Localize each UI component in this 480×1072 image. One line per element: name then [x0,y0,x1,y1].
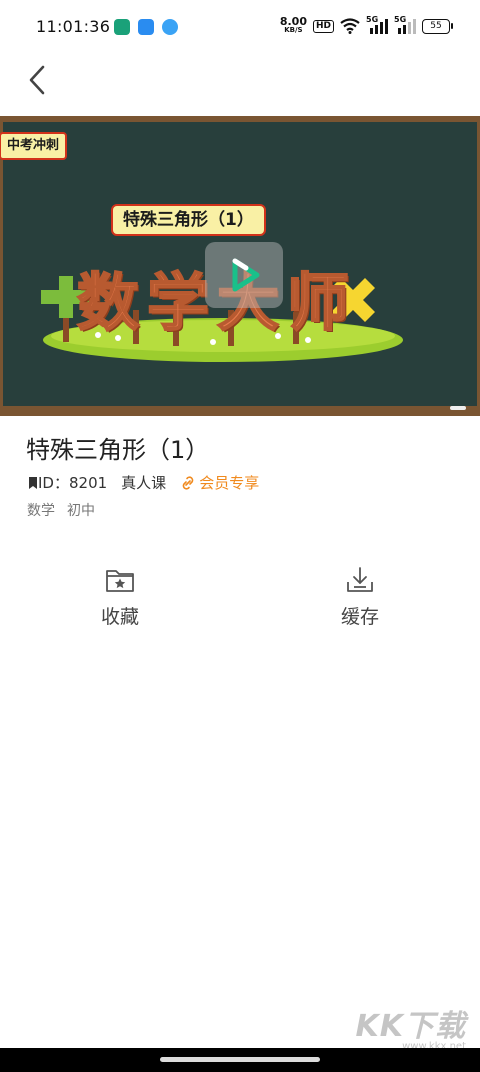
play-icon [232,258,260,292]
qq-icon [162,19,178,35]
vip-label: 会员专享 [199,474,260,492]
watermark-brand: KK下载 [355,1009,466,1044]
favorite-button[interactable]: 收藏 [70,566,170,629]
course-type: 真人课 [121,474,167,492]
video-thumbnail: 中考冲刺 特殊三角形（1） 数学大师 [0,122,477,406]
favorite-label: 收藏 [100,606,139,628]
tag-grade: 初中 [67,503,95,519]
folder-star-icon [106,570,134,592]
tag-subject: 数学 [27,503,55,519]
video-app-icon [138,19,154,35]
status-time: 11:01:36 [36,17,111,36]
vip-badge: 会员专享 [180,472,259,493]
course-meta: ID： 8201 真人课 会员专享 [28,472,259,493]
download-icon [347,567,373,592]
id-label: ID： [38,474,69,492]
series-tag: 中考冲刺 [0,132,68,160]
course-tags: 数学 初中 [27,500,95,520]
wifi-icon [340,18,360,34]
vip-link-icon [182,475,194,490]
home-gesture-handle[interactable] [160,1057,320,1062]
lesson-title-badge: 特殊三角形（1） [111,204,266,236]
bookmark-icon [29,476,37,489]
course-id: 8201 [68,473,108,492]
battery-icon: 55 [422,18,453,34]
bank-app-icon [114,19,130,35]
download-label: 缓存 [340,606,379,628]
navigation-bar [0,1048,480,1072]
hd-icon: HD [312,19,334,33]
download-button[interactable]: 缓存 [310,566,410,629]
system-status: 8.00 KB/S HD 5G 5G 55 [279,15,453,34]
back-button[interactable] [22,62,54,98]
play-button[interactable] [205,242,283,308]
watermark: KK下载 www.kkx.net [356,1012,467,1052]
signal-icon-2: 5G [394,15,416,34]
signal-icon-1: 5G [366,15,388,34]
course-title: 特殊三角形（1） [26,436,210,464]
network-speed: 8.00 KB/S [279,15,307,34]
chevron-left-icon [29,65,45,95]
chalk-piece [450,406,466,410]
status-bar: 11:01:36 8.00 KB/S HD 5G 5G 55 [0,0,480,56]
video-player[interactable]: 中考冲刺 特殊三角形（1） 数学大师 [0,116,480,416]
notification-icons [114,19,178,35]
